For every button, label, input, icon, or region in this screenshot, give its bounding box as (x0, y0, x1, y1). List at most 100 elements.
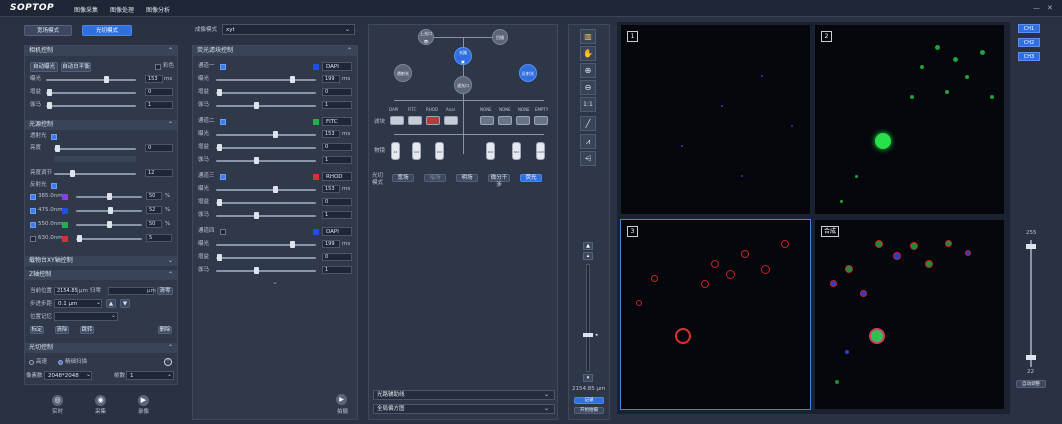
channel-2-exp-value[interactable]: 153 (322, 130, 340, 138)
image-view-1[interactable]: 1 (620, 24, 811, 215)
filter-section-header[interactable]: 荧光滤块控制 (193, 46, 357, 56)
reflect-node[interactable]: 反射光 (519, 64, 537, 82)
z-calibrate-button[interactable]: 标定 (30, 326, 44, 334)
channel-2-gamma-slider[interactable] (216, 160, 316, 162)
channel-4-gamma-knob[interactable] (254, 267, 259, 274)
camera-gamma-knob[interactable] (47, 102, 52, 109)
channel-2-gain-slider[interactable] (216, 147, 316, 149)
camera-gain-slider[interactable] (46, 92, 136, 94)
z-position-value[interactable]: 2154.85 (54, 287, 78, 295)
widefield-mode-tab[interactable]: 宽场模式 (24, 25, 72, 36)
channel-3-checkbox[interactable] (220, 174, 226, 180)
level-slider-track[interactable] (1030, 240, 1032, 367)
camera-gamma-slider[interactable] (46, 105, 136, 107)
channel-475-checkbox[interactable] (30, 208, 36, 214)
channel-2-gamma-knob[interactable] (254, 157, 259, 164)
channel-3-exp-slider[interactable] (216, 189, 316, 191)
z-track[interactable] (586, 264, 590, 372)
chevron-up-icon[interactable]: ⌃ (168, 343, 173, 353)
line-measure-icon[interactable]: ╱ (580, 116, 596, 131)
channel-3-dye-select[interactable]: RHOD (322, 172, 352, 181)
chevron-up-icon[interactable]: ⌃ (168, 46, 173, 56)
zoom-out-icon[interactable]: ⊖ (580, 80, 596, 95)
chevron-up-icon[interactable]: ⌃ (168, 270, 173, 280)
record-icon[interactable]: ▶ (138, 395, 149, 406)
channel-4-dye-select[interactable]: DAPI (322, 227, 352, 236)
filter-port-node[interactable]: 滤光口 (454, 76, 472, 94)
helper-line-dropdown[interactable]: 光路辅助线 (373, 390, 555, 400)
imaging-mode-select[interactable]: xyt (222, 24, 355, 35)
channel-4-gain-value[interactable]: 0 (322, 253, 352, 261)
camera-gain-knob[interactable] (47, 89, 52, 96)
channel-550-checkbox[interactable] (30, 222, 36, 228)
channel-4-exp-value[interactable]: 199 (322, 240, 340, 248)
channel-1-gamma-knob[interactable] (254, 102, 259, 109)
z-reset-button[interactable]: 清零 (157, 287, 173, 295)
z-jump-button[interactable]: 跳转 (80, 326, 94, 334)
brightness-value[interactable]: 0 (145, 144, 173, 152)
channel-1-gain-slider[interactable] (216, 92, 316, 94)
image-view-2[interactable]: 2 (814, 24, 1005, 215)
start-capture-button[interactable]: 开始拍摄 (574, 407, 604, 414)
pan-hand-icon[interactable]: ✋ (580, 46, 596, 61)
channel-3-gain-knob[interactable] (217, 199, 222, 206)
close-icon[interactable]: ✕ (1047, 4, 1053, 12)
zoom-in-icon[interactable]: ⊕ (580, 63, 596, 78)
channel-2-exp-slider[interactable] (216, 134, 316, 136)
actual-size-icon[interactable]: 1:1 (580, 97, 596, 112)
channel-630-slider[interactable] (76, 238, 142, 240)
radio-fast[interactable] (29, 360, 34, 365)
z-step-select[interactable]: 0.1 μm (54, 299, 102, 308)
color-palette-icon[interactable]: ▥ (580, 29, 596, 44)
filter-cube-none-2[interactable] (498, 116, 512, 125)
menu-image-capture[interactable]: 图像采集 (74, 5, 98, 14)
radio-fine[interactable] (58, 360, 63, 365)
camera-gain-value[interactable]: 0 (145, 88, 173, 96)
channel-3-gamma-value[interactable]: 1 (322, 211, 352, 219)
channel-385-knob[interactable] (107, 193, 112, 200)
camera-exposure-value[interactable]: 153 (145, 75, 163, 83)
polyline-measure-icon[interactable]: ⩘ (580, 134, 596, 149)
channel-4-gain-slider[interactable] (216, 257, 316, 259)
channel-3-gain-value[interactable]: 0 (322, 198, 352, 206)
histogram-icon[interactable]: ⩤ (580, 151, 596, 166)
filter-cube-fitc[interactable] (408, 116, 422, 125)
optical-section-mode-tab[interactable]: 光切模式 (82, 25, 132, 36)
eyepiece-node[interactable]: 目镜 (492, 29, 508, 45)
channel-630-checkbox[interactable] (30, 236, 36, 242)
chevron-down-icon[interactable]: ⌄ (168, 256, 173, 266)
mode-fluorescence-button[interactable]: 荧光 (520, 174, 542, 182)
z-top-arrow-icon[interactable]: ▲ (583, 242, 593, 250)
channel-2-exp-knob[interactable] (273, 131, 278, 138)
z-down-arrow-icon[interactable]: ▾ (583, 374, 593, 382)
color-checkbox[interactable] (155, 64, 161, 70)
channel-1-exp-knob[interactable] (290, 76, 295, 83)
channel-2-gain-knob[interactable] (217, 144, 222, 151)
camera-exposure-knob[interactable] (104, 76, 109, 83)
chevron-down-icon[interactable]: ⌄ (544, 390, 549, 400)
eyepiece-port-node[interactable]: 上光口 👁 (418, 29, 434, 45)
histogram-dropdown[interactable]: 全局偏方图 (373, 404, 555, 414)
channel-475-knob[interactable] (108, 207, 113, 214)
minimize-icon[interactable]: — (1033, 4, 1040, 12)
channel-2-gain-value[interactable]: 0 (322, 143, 352, 151)
filter-cube-dapi[interactable] (390, 116, 404, 125)
ch2-button[interactable]: CH2 (1018, 38, 1040, 47)
channel-630-knob[interactable] (77, 235, 82, 242)
image-view-3[interactable]: 3 (620, 219, 811, 410)
z-record-button[interactable]: 记录 (574, 397, 604, 404)
channel-3-exp-value[interactable]: 153 (322, 185, 340, 193)
channel-385-checkbox[interactable] (30, 194, 36, 200)
objective-60x[interactable]: 60X (512, 142, 521, 160)
mode-dic-button[interactable]: 微分干涉 (488, 174, 510, 188)
filter-cube-rhod[interactable] (426, 116, 440, 125)
channel-1-dye-select[interactable]: DAPI (322, 62, 352, 71)
brightness-slider[interactable] (54, 148, 136, 150)
channel-1-gamma-slider[interactable] (216, 105, 316, 107)
filter-cube-none-3[interactable] (516, 116, 530, 125)
chevron-down-icon[interactable]: ⌄ (544, 404, 549, 414)
channel-2-gamma-value[interactable]: 1 (322, 156, 352, 164)
auto-adjust-button[interactable]: 自动调整 (1016, 380, 1046, 388)
channel-1-gamma-value[interactable]: 1 (322, 101, 352, 109)
level-slider-top-knob[interactable] (1026, 244, 1036, 249)
